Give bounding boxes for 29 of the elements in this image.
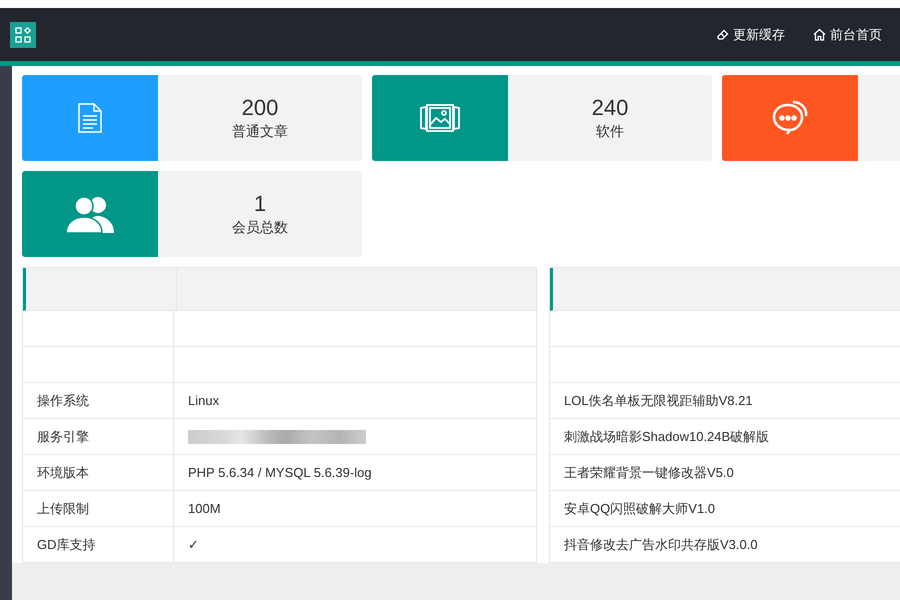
software-link[interactable]: 安卓QQ闪照破解大师V1.0 <box>564 500 715 518</box>
software-link[interactable]: 刺激战场暗影Shadow10.24B破解版 <box>564 428 770 446</box>
table-cell: 操作系统 <box>37 392 89 410</box>
software-link[interactable]: 抖音修改去广告水印共存版V3.0.0 <box>564 536 758 554</box>
table-cell: 环境版本 <box>37 464 89 482</box>
picture-icon <box>420 103 460 133</box>
table-cell: GD库支持 <box>37 536 96 554</box>
table-cell: 服务引擎 <box>37 428 89 446</box>
software-link[interactable]: LOL佚名单板无限视距辅助V8.21 <box>564 392 753 410</box>
table-cell: ✓ <box>188 536 199 552</box>
eraser-icon <box>717 28 729 40</box>
stat-value: 1 <box>254 191 266 217</box>
table-cell: 上传限制 <box>37 500 89 518</box>
table-cell: PHP 5.6.34 / MYSQL 5.6.39-log <box>188 465 372 480</box>
stat-label: 软件 <box>596 123 624 141</box>
stat-value: 200 <box>242 95 278 121</box>
logo-icon[interactable] <box>10 22 36 48</box>
chat-bubble-icon <box>771 100 809 136</box>
stat-value: 240 <box>592 95 628 121</box>
header-link[interactable]: 前台首页 <box>813 26 882 44</box>
home-icon <box>813 28 826 41</box>
header-link[interactable]: 更新缓存 <box>717 26 785 44</box>
table-cell: Linux <box>188 393 220 408</box>
users-icon <box>64 195 116 233</box>
software-link[interactable]: 王者荣耀背景一键修改器V5.0 <box>564 464 734 482</box>
table-cell: 100M <box>188 501 221 516</box>
stat-label: 普通文章 <box>232 123 288 141</box>
stat-label: 会员总数 <box>232 219 288 237</box>
document-icon <box>77 103 103 133</box>
